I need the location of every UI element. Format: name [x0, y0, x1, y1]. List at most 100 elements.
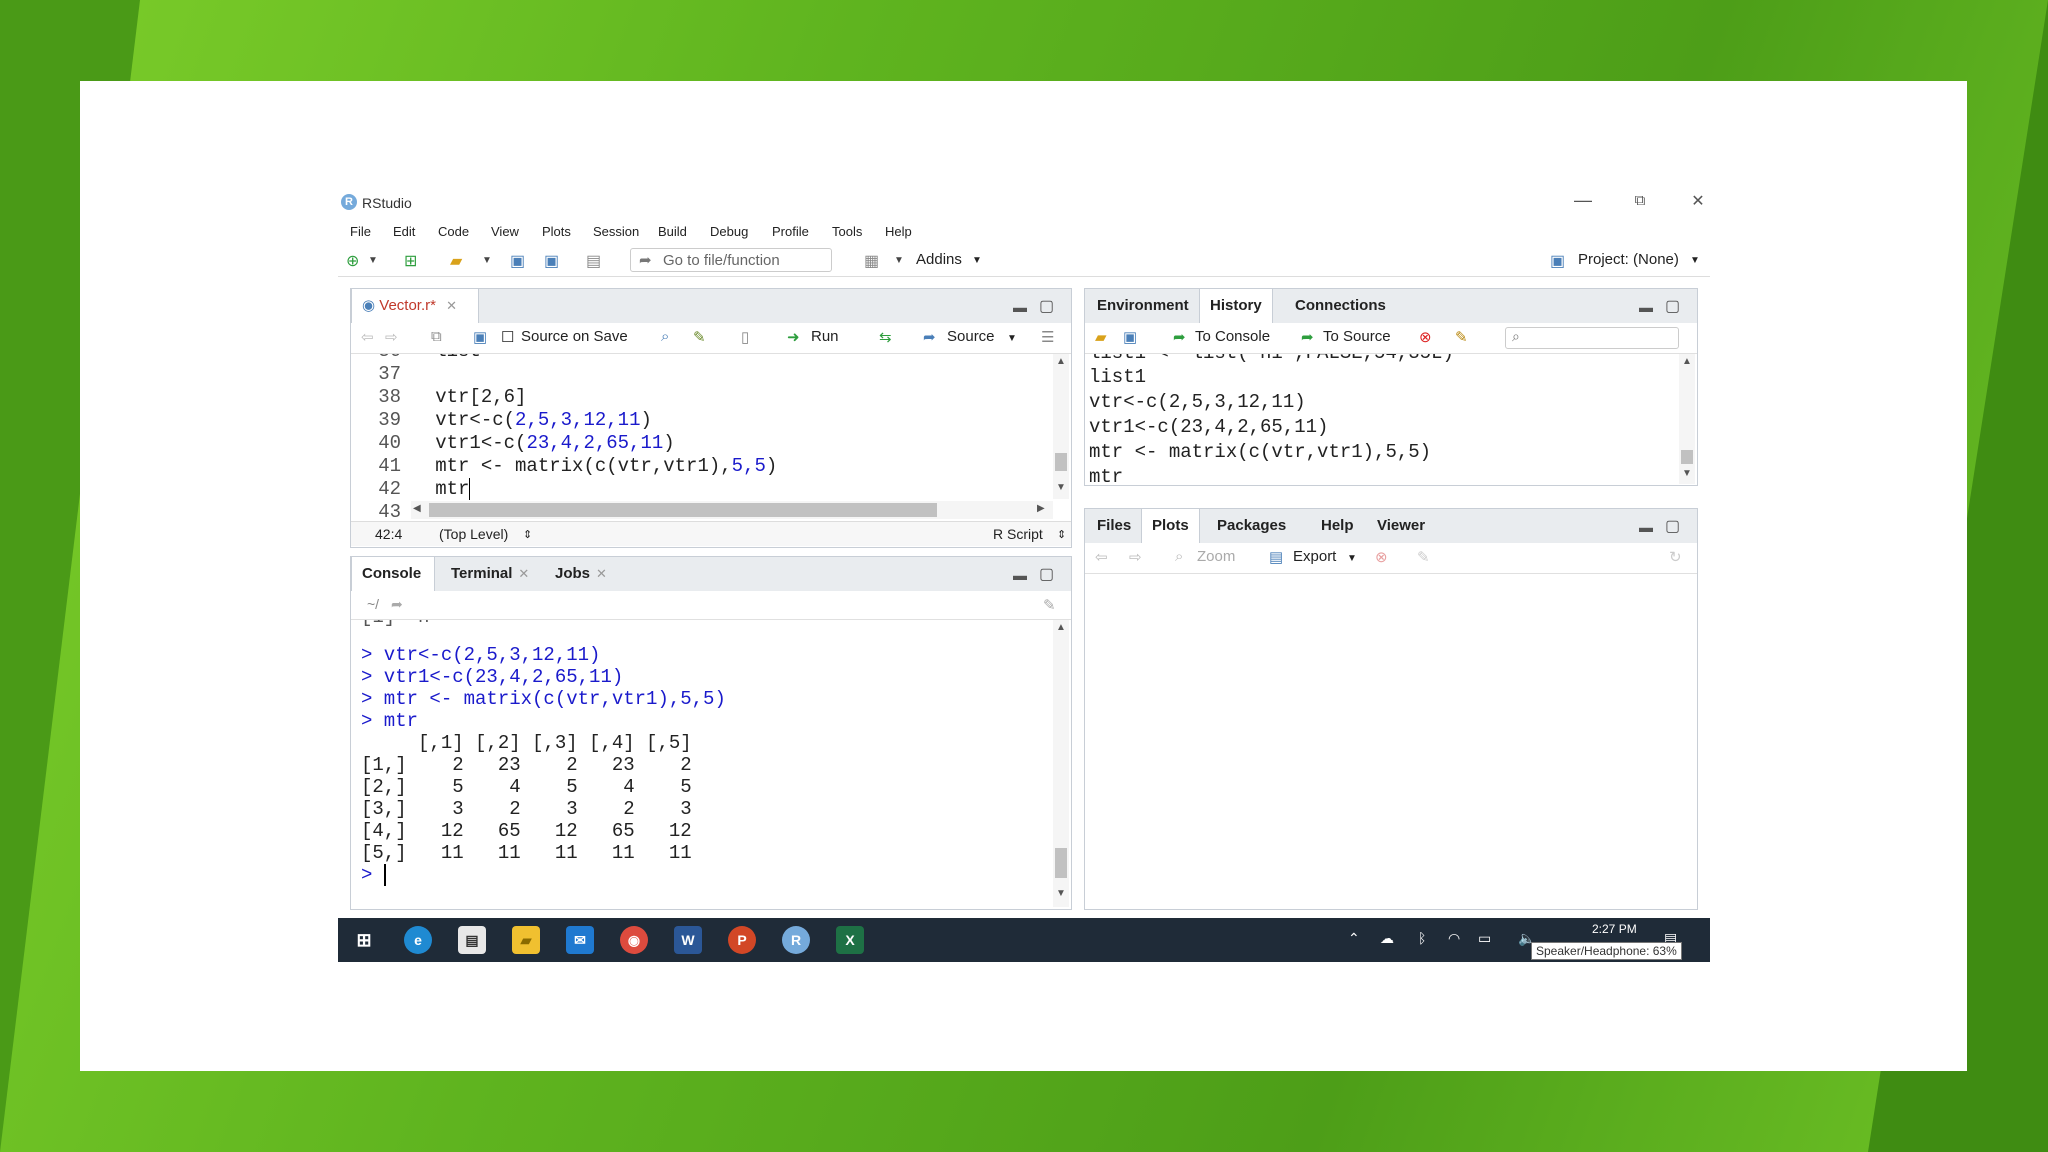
edge-browser-icon[interactable]: e: [404, 926, 432, 954]
menu-debug[interactable]: Debug: [710, 224, 748, 239]
minimize-button[interactable]: —: [1568, 190, 1598, 211]
save-icon[interactable]: ▣: [510, 251, 525, 271]
console-output[interactable]: [1] "h" > vtr<-c(2,5,3,12,11) > vtr1<-c(…: [351, 620, 1053, 907]
source-on-save-checkbox[interactable]: ☐: [501, 328, 514, 346]
history-scroll-down-icon[interactable]: ▼: [1682, 468, 1692, 479]
project-dropdown-icon[interactable]: ▼: [1690, 255, 1700, 266]
maximize-plots-icon[interactable]: ▢: [1665, 516, 1680, 536]
editor-horizontal-scrollbar[interactable]: ◀ ▶: [411, 501, 1053, 519]
menu-plots[interactable]: Plots: [542, 224, 571, 239]
close-button[interactable]: ✕: [1683, 191, 1713, 211]
to-source-button[interactable]: To Source: [1323, 328, 1391, 345]
file-explorer-icon[interactable]: ▰: [512, 926, 540, 954]
load-history-icon[interactable]: ▰: [1095, 328, 1107, 346]
goto-file-input[interactable]: ➦ Go to file/function: [630, 248, 832, 272]
start-button-icon[interactable]: ⊞: [350, 926, 378, 954]
forward-icon[interactable]: ⇨: [385, 328, 398, 346]
save-all-icon[interactable]: ▣: [544, 251, 559, 271]
history-scroll-up-icon[interactable]: ▲: [1682, 356, 1692, 367]
scroll-down-icon[interactable]: ▼: [1056, 482, 1066, 493]
code-area[interactable]: 36 list 37 38 vtr[2,6] 39 vtr<-c(2,5,3,1…: [351, 354, 1053, 521]
new-file-dropdown-icon[interactable]: ▼: [368, 255, 378, 266]
source-dropdown-icon[interactable]: ▼: [1007, 333, 1017, 344]
console-vertical-scrollbar[interactable]: ▲ ▼: [1053, 620, 1069, 907]
minimize-plots-icon[interactable]: ▬: [1639, 519, 1653, 535]
refresh-plot-icon[interactable]: ↻: [1669, 548, 1682, 566]
clock-time[interactable]: 2:27 PM: [1592, 922, 1637, 936]
maximize-console-icon[interactable]: ▢: [1039, 564, 1054, 584]
console-prompt[interactable]: >: [361, 864, 398, 886]
menu-edit[interactable]: Edit: [393, 224, 415, 239]
history-entry[interactable]: mtr <- matrix(c(vtr,vtr1),5,5): [1089, 441, 1431, 463]
prev-plot-icon[interactable]: ⇦: [1095, 548, 1108, 566]
onedrive-icon[interactable]: ☁: [1380, 930, 1394, 947]
scroll-right-icon[interactable]: ▶: [1037, 503, 1045, 514]
menu-help[interactable]: Help: [885, 224, 912, 239]
scope-selector-icon[interactable]: ⇕: [523, 528, 532, 541]
scroll-left-icon[interactable]: ◀: [413, 503, 421, 514]
minimize-pane-icon[interactable]: ▬: [1013, 299, 1027, 315]
show-in-window-icon[interactable]: ⧉: [431, 328, 442, 345]
tab-packages[interactable]: Packages: [1207, 509, 1296, 543]
new-project-icon[interactable]: ⊞: [404, 251, 417, 271]
remove-plot-icon[interactable]: ⊗: [1375, 548, 1388, 566]
menu-tools[interactable]: Tools: [832, 224, 862, 239]
clear-history-icon[interactable]: ✎: [1455, 328, 1468, 346]
history-entry[interactable]: vtr<-c(2,5,3,12,11): [1089, 391, 1306, 413]
tab-history[interactable]: History: [1199, 289, 1273, 323]
chrome-icon[interactable]: ◉: [620, 926, 648, 954]
console-scroll-down-icon[interactable]: ▼: [1056, 888, 1066, 899]
tab-console[interactable]: Console: [351, 557, 435, 591]
open-file-dropdown-icon[interactable]: ▼: [482, 255, 492, 266]
powerpoint-icon[interactable]: P: [728, 926, 756, 954]
pane-layout-icon[interactable]: ▦: [864, 251, 879, 271]
export-dropdown-icon[interactable]: ▼: [1347, 553, 1357, 564]
compile-report-icon[interactable]: ▯: [741, 328, 749, 346]
console-scroll-up-icon[interactable]: ▲: [1056, 622, 1066, 633]
battery-icon[interactable]: ▭: [1478, 930, 1491, 947]
print-icon[interactable]: ▤: [586, 251, 601, 271]
tab-jobs[interactable]: Jobs ✕: [545, 557, 617, 591]
menu-file[interactable]: File: [350, 224, 371, 239]
history-entry[interactable]: list1: [1089, 366, 1146, 388]
clear-plots-icon[interactable]: ✎: [1417, 548, 1430, 566]
close-terminal-icon[interactable]: ✕: [518, 566, 529, 581]
close-tab-icon[interactable]: ✕: [446, 298, 457, 313]
scrollbar-thumb[interactable]: [1055, 453, 1067, 471]
history-entry[interactable]: list1 <- list("hi",FALSE,54,35L): [1089, 354, 1454, 364]
hscrollbar-thumb[interactable]: [429, 503, 937, 517]
code-tools-wand-icon[interactable]: ✎: [693, 328, 706, 346]
scope-selector[interactable]: (Top Level): [439, 526, 508, 542]
editor-vertical-scrollbar[interactable]: ▲ ▼: [1053, 354, 1069, 499]
outline-icon[interactable]: ☰: [1041, 328, 1054, 346]
word-icon[interactable]: W: [674, 926, 702, 954]
run-button[interactable]: Run: [811, 328, 839, 345]
open-file-icon[interactable]: ▰: [450, 251, 462, 271]
restore-button[interactable]: ⧉: [1625, 192, 1655, 209]
addins-menu[interactable]: Addins: [916, 251, 962, 268]
history-entry[interactable]: vtr1<-c(23,4,2,65,11): [1089, 416, 1328, 438]
file-type-selector[interactable]: R Script: [993, 526, 1043, 542]
tab-files[interactable]: Files: [1087, 509, 1141, 543]
tab-environment[interactable]: Environment: [1087, 289, 1199, 323]
tab-help[interactable]: Help: [1311, 509, 1364, 543]
to-console-button[interactable]: To Console: [1195, 328, 1270, 345]
tab-terminal[interactable]: Terminal ✕: [441, 557, 539, 591]
tab-plots[interactable]: Plots: [1141, 509, 1200, 543]
menu-profile[interactable]: Profile: [772, 224, 809, 239]
console-scrollbar-thumb[interactable]: [1055, 848, 1067, 878]
rstudio-taskbar-icon[interactable]: R: [782, 926, 810, 954]
addins-dropdown-icon[interactable]: ▼: [972, 255, 982, 266]
tab-viewer[interactable]: Viewer: [1367, 509, 1435, 543]
excel-icon[interactable]: X: [836, 926, 864, 954]
save-history-icon[interactable]: ▣: [1123, 328, 1137, 346]
tab-vector-r[interactable]: ◉ Vector.r* ✕: [351, 289, 479, 323]
close-jobs-icon[interactable]: ✕: [596, 566, 607, 581]
history-entry[interactable]: mtr: [1089, 466, 1123, 484]
menu-code[interactable]: Code: [438, 224, 469, 239]
project-menu[interactable]: Project: (None): [1578, 251, 1679, 268]
maximize-pane-icon[interactable]: ▢: [1039, 296, 1054, 316]
history-scrollbar-thumb[interactable]: [1681, 450, 1693, 464]
file-type-selector-icon[interactable]: ⇕: [1057, 528, 1066, 541]
next-plot-icon[interactable]: ⇨: [1129, 548, 1142, 566]
